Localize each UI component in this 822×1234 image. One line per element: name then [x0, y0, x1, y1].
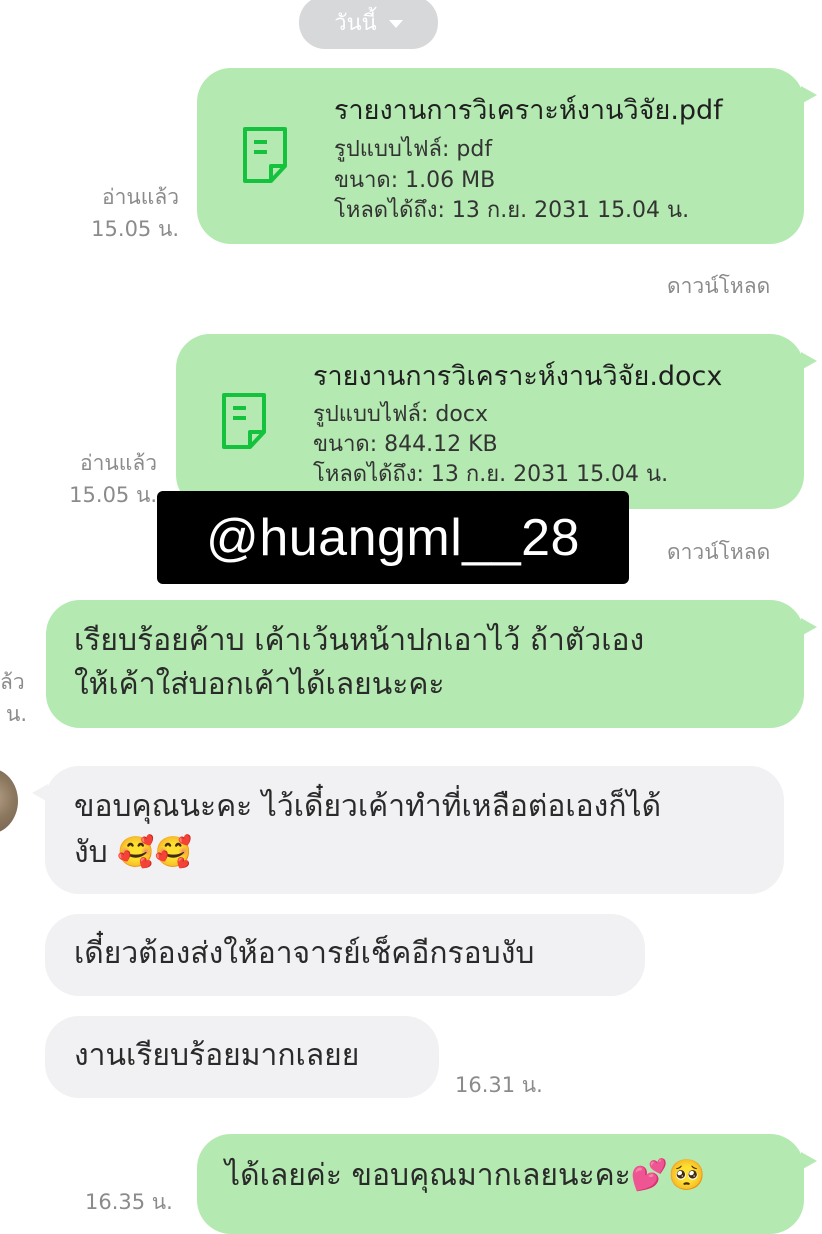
date-header-pill[interactable]: วันนี้: [299, 0, 438, 49]
read-status: ล้ว: [0, 670, 25, 694]
message-text-line: เรียบร้อยค้าบ เค้าเว้นหน้าปกเอาไว้ ถ้าตั…: [74, 623, 645, 658]
message-time: น.: [6, 702, 28, 726]
message-text-line: งานเรียบร้อยมากเลยย: [74, 1038, 360, 1073]
file-type: รูปแบบไฟล์: docx: [313, 402, 488, 427]
date-header-label: วันนี้: [334, 11, 377, 36]
message-time: 15.05 น.: [69, 483, 157, 507]
document-icon: [243, 127, 287, 183]
watermark-username: @huangml__28: [157, 491, 629, 584]
incoming-message[interactable]: งานเรียบร้อยมากเลยย: [45, 1016, 439, 1098]
avatar[interactable]: [0, 768, 18, 834]
read-status: อ่านแล้ว: [80, 451, 157, 475]
file-type: รูปแบบไฟล์: pdf: [334, 137, 493, 162]
message-time: 16.35 น.: [85, 1190, 173, 1214]
message-text-line: เดี๋ยวต้องส่งให้อาจารย์เช็คอีกรอบงับ: [74, 936, 535, 971]
file-message-docx[interactable]: รายงานการวิเคราะห์งานวิจัย.docx รูปแบบไฟ…: [176, 334, 817, 509]
file-message-pdf[interactable]: รายงานการวิเคราะห์งานวิจัย.pdf รูปแบบไฟล…: [197, 68, 817, 244]
download-button[interactable]: ดาวน์โหลด: [667, 536, 770, 569]
read-receipt-partial: ล้ว น.: [0, 666, 27, 730]
file-size: ขนาด: 844.12 KB: [313, 432, 498, 457]
download-button[interactable]: ดาวน์โหลด: [667, 270, 770, 303]
file-expiry: โหลดได้ถึง: 13 ก.ย. 2031 15.04 น.: [313, 462, 669, 487]
outgoing-message[interactable]: เรียบร้อยค้าบ เค้าเว้นหน้าปกเอาไว้ ถ้าตั…: [46, 600, 817, 728]
incoming-message[interactable]: ขอบคุณนะคะ ไว้เดี๋ยวเค้าทำที่เหลือต่อเอง…: [32, 766, 784, 894]
read-receipt: อ่านแล้ว 15.05 น.: [69, 447, 157, 511]
message-time: 15.05 น.: [91, 217, 179, 241]
message-text-line: ได้เลยค่ะ ขอบคุณมากเลยนะคะ💕🥺: [225, 1158, 706, 1193]
file-name: รายงานการวิเคราะห์งานวิจัย.docx: [313, 361, 723, 392]
outgoing-message[interactable]: ได้เลยค่ะ ขอบคุณมากเลยนะคะ💕🥺: [197, 1134, 817, 1234]
document-icon: [222, 393, 266, 449]
message-text-line: ขอบคุณนะคะ ไว้เดี๋ยวเค้าทำที่เหลือต่อเอง…: [74, 789, 662, 824]
file-name: รายงานการวิเคราะห์งานวิจัย.pdf: [334, 95, 723, 126]
message-text-line: ให้เค้าใส่บอกเค้าได้เลยนะคะ: [74, 667, 445, 702]
read-status: อ่านแล้ว: [102, 185, 179, 209]
message-time: 16.31 น.: [455, 1073, 543, 1097]
chevron-down-icon: [388, 19, 403, 28]
message-text-line: งับ 🥰🥰: [74, 835, 192, 870]
incoming-message[interactable]: เดี๋ยวต้องส่งให้อาจารย์เช็คอีกรอบงับ: [45, 914, 645, 996]
read-receipt: อ่านแล้ว 15.05 น.: [91, 181, 179, 245]
file-expiry: โหลดได้ถึง: 13 ก.ย. 2031 15.04 น.: [334, 198, 690, 223]
file-size: ขนาด: 1.06 MB: [334, 168, 496, 193]
